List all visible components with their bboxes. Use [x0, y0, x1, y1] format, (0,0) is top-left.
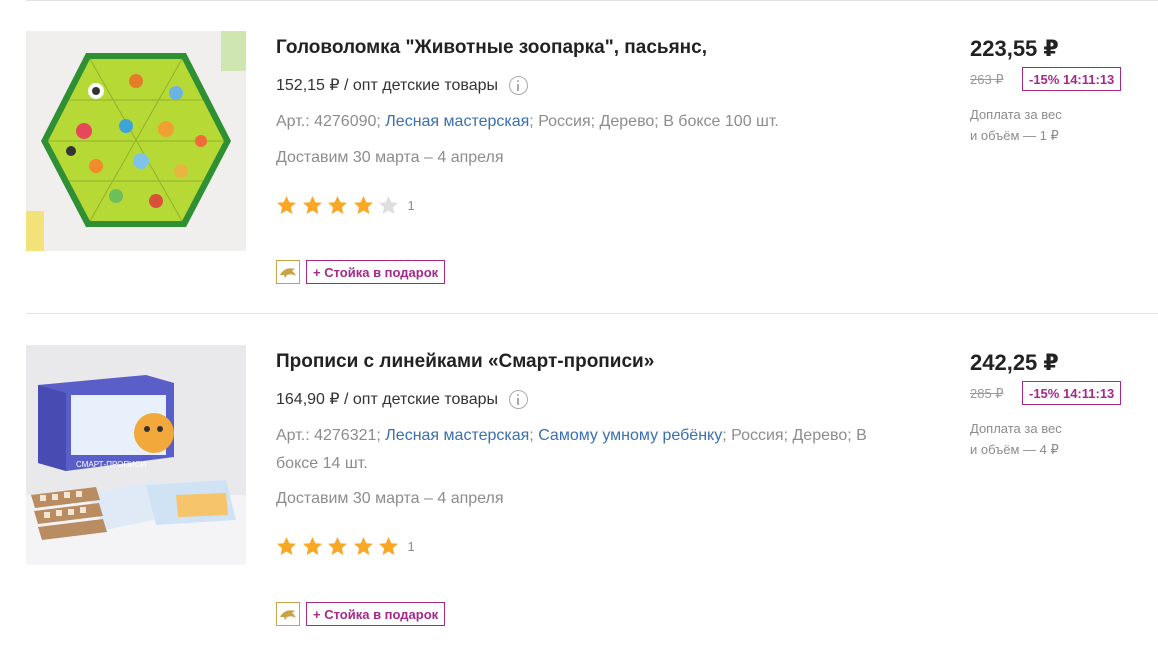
opt-price: 164,90 ₽ / опт детские товары [276, 389, 529, 409]
opt-price-text: 164,90 ₽ / опт детские товары [276, 391, 499, 408]
dolphin-icon[interactable] [276, 602, 300, 626]
product-card: СМАРТ-ПРОПИСИ Прописи с линейками «Смарт… [0, 314, 1158, 654]
star-icon [378, 195, 399, 216]
current-price: 223,55 ₽ [970, 36, 1059, 61]
product-card: Головоломка "Животные зоопарка", пасьянс… [0, 0, 1158, 313]
product-meta: Арт.: 4276321; Лесная мастерская; Самому… [276, 427, 867, 472]
info-icon[interactable] [509, 389, 529, 409]
star-icon [276, 195, 297, 216]
star-icon [327, 536, 348, 557]
weight-surcharge: Доплата за вес и объём — 4 ₽ [970, 418, 1140, 460]
opt-price: 152,15 ₽ / опт детские товары [276, 75, 529, 95]
product-image[interactable] [26, 31, 246, 251]
surcharge-line: и объём — 4 ₽ [970, 442, 1059, 457]
star-icon [327, 195, 348, 216]
svg-text:СМАРТ-ПРОПИСИ: СМАРТ-ПРОПИСИ [76, 460, 147, 469]
review-count[interactable]: 1 [408, 539, 415, 554]
promo-row: + Стойка в подарок [276, 602, 446, 626]
brand-link[interactable]: Лесная мастерская [385, 113, 529, 130]
star-icon [378, 536, 399, 557]
copybook-image: СМАРТ-ПРОПИСИ [26, 345, 246, 565]
rating-stars[interactable]: 1 [276, 195, 415, 216]
country-material: ; Россия; Дерево; В боксе 100 шт. [529, 113, 779, 130]
article: Арт.: 4276090; [276, 113, 381, 130]
discount-timer-badge: -15% 14:11:13 [1022, 67, 1122, 91]
review-count[interactable]: 1 [408, 198, 415, 213]
gift-badge[interactable]: + Стойка в подарок [306, 602, 446, 626]
product-image[interactable]: СМАРТ-ПРОПИСИ [26, 345, 246, 565]
weight-surcharge: Доплата за вес и объём — 1 ₽ [970, 104, 1140, 146]
series-link[interactable]: Самому умному ребёнку [538, 427, 722, 444]
opt-price-text: 152,15 ₽ / опт детские товары [276, 77, 499, 94]
dolphin-icon[interactable] [276, 260, 300, 284]
star-icon [353, 195, 374, 216]
star-icon [302, 536, 323, 557]
puzzle-image [26, 31, 246, 251]
discount-timer-badge: -15% 14:11:13 [1022, 381, 1122, 405]
article: Арт.: 4276321; [276, 427, 381, 444]
info-icon[interactable] [509, 75, 529, 95]
old-price: 263 ₽ [970, 72, 1004, 87]
promo-row: + Стойка в подарок [276, 260, 446, 284]
delivery-dates: Доставим 30 марта – 4 апреля [276, 149, 504, 166]
surcharge-line: Доплата за вес [970, 107, 1062, 122]
product-title[interactable]: Прописи с линейками «Смарт-прописи» [276, 351, 654, 373]
rating-stars[interactable]: 1 [276, 536, 415, 557]
gift-badge[interactable]: + Стойка в подарок [306, 260, 446, 284]
product-title[interactable]: Головоломка "Животные зоопарка", пасьянс… [276, 37, 707, 59]
star-icon [276, 536, 297, 557]
brand-link[interactable]: Лесная мастерская [385, 427, 529, 444]
delivery-dates: Доставим 30 марта – 4 апреля [276, 490, 504, 507]
surcharge-line: и объём — 1 ₽ [970, 128, 1059, 143]
star-icon [302, 195, 323, 216]
surcharge-line: Доплата за вес [970, 421, 1062, 436]
product-meta: Арт.: 4276090; Лесная мастерская; Россия… [276, 108, 896, 136]
old-price: 285 ₽ [970, 386, 1004, 401]
current-price: 242,25 ₽ [970, 350, 1059, 375]
star-icon [353, 536, 374, 557]
